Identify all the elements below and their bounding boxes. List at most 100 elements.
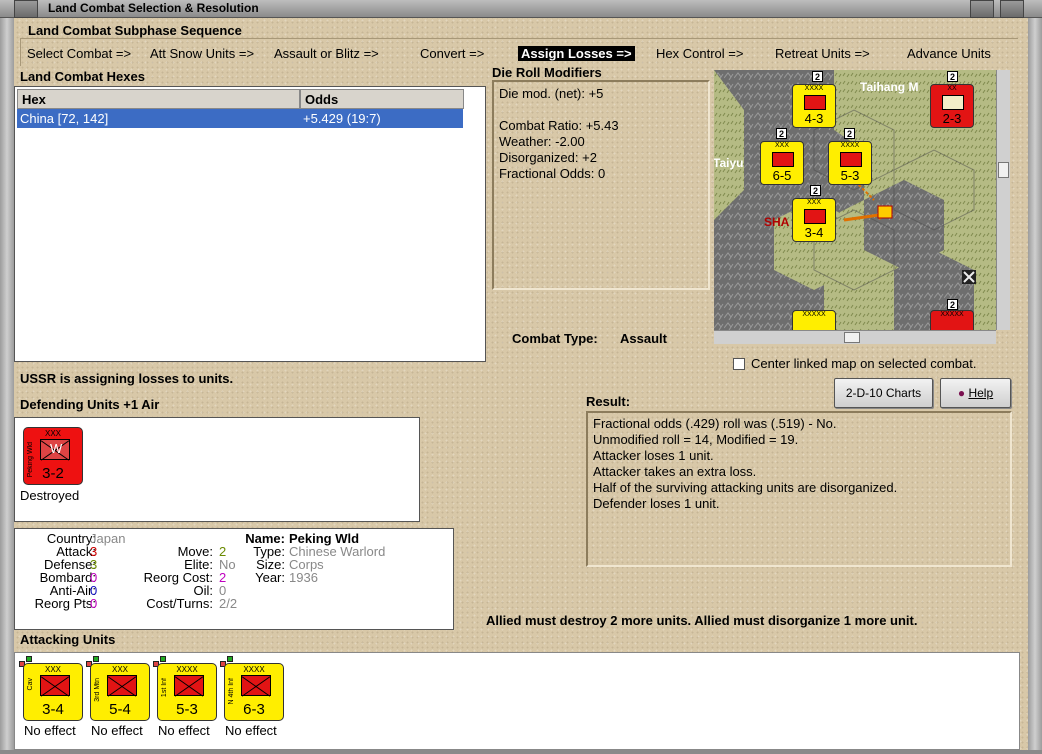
scroll-thumb[interactable] [844,332,860,343]
unit-symbol: W [40,439,70,460]
unit-result: No effect [91,723,143,738]
stack-count-badge: 2 [810,185,821,196]
window-frame-bottom [0,750,1042,754]
map-counter[interactable]: XXX 3-4 [792,198,836,242]
unit-result: No effect [24,723,76,738]
modifier-line: Combat Ratio: +5.43 [499,118,619,133]
map-counter-strength: 3-4 [804,225,824,240]
scroll-thumb[interactable] [998,162,1009,178]
phase-assault-or-blitz: Assault or Blitz => [274,46,379,61]
map-counter[interactable]: XXXX 4-3 [792,84,836,128]
map-vertical-scrollbar[interactable] [996,70,1010,330]
map-counter[interactable]: XX 2-3 [930,84,974,128]
minimize-button[interactable] [970,0,994,18]
map-counter-size: XXXX [804,85,824,92]
attacking-unit-counter[interactable]: XXX 3rd Mtn 5-4 [90,663,150,721]
close-button[interactable] [1000,0,1024,18]
map-counter-strength: 4-3 [804,111,824,126]
map-counter-symbol [840,152,862,167]
cost-turns-value: 2/2 [219,596,238,611]
map-counter-size: XX [947,85,957,92]
stack-count-badge: 2 [812,71,823,82]
phase-assign-losses: Assign Losses => [518,46,635,61]
map-counter[interactable]: XXXXX [930,310,974,330]
unit-strength: 5-3 [176,701,198,718]
column-header-hex[interactable]: Hex [17,89,300,109]
result-box: Fractional odds (.429) roll was (.519) -… [586,411,1012,567]
unit-result: Destroyed [20,488,80,503]
status-marker [26,656,32,662]
stack-count-badge: 2 [776,128,787,139]
unit-size: XXX [111,665,128,674]
table-row[interactable]: China [72, 142] +5.429 (19:7) [17,109,463,128]
cell-odds: +5.429 (19:7) [303,111,381,126]
map-horizontal-scrollbar[interactable] [714,330,996,344]
result-line: Attacker loses 1 unit. [593,448,714,463]
unit-symbol [40,675,70,696]
map-counter-symbol [772,152,794,167]
unit-name: 1st Inf [161,678,168,698]
combat-type-value: Assault [620,331,667,346]
unit-size: XXXX [176,665,198,674]
result-line: Unmodified roll = 14, Modified = 19. [593,432,799,447]
hexes-title: Land Combat Hexes [20,69,145,84]
modifiers-title: Die Roll Modifiers [492,65,602,80]
hexes-list[interactable]: Hex Odds China [72, 142] +5.429 (19:7) [14,86,486,362]
status-marker [160,656,166,662]
reorg-pts-value: 0 [90,596,98,611]
unit-symbol [107,675,137,696]
center-map-label: Center linked map on selected combat. [751,356,977,371]
title-bar[interactable]: Land Combat Selection & Resolution [0,0,1042,18]
unit-strength: 5-4 [109,701,131,718]
help-button-label: Help [968,386,994,400]
defending-units-panel[interactable]: XXX Peking Wld W 3-2 Destroyed [14,417,420,522]
book-icon: ● [957,386,966,400]
attacking-unit-counter[interactable]: XXXX 1st Inf 5-3 [157,663,217,721]
map-counter-strength: 6-5 [772,168,792,183]
help-button[interactable]: ● Help [940,378,1011,408]
map-label-sha: SHA [764,215,790,229]
window-frame-right [1028,18,1042,754]
attacking-units-panel[interactable]: XXX Cav 3-4 No effect XXX 3rd Mtn 5-4 No… [14,652,1020,750]
phase-select-combat: Select Combat => [27,46,132,61]
unit-strength: 6-3 [243,701,265,718]
modifier-line: Weather: -2.00 [499,134,585,149]
attacking-unit-counter[interactable]: XXX Cav 3-4 [23,663,83,721]
combat-type-label: Combat Type: [512,331,598,346]
subphase-title: Land Combat Subphase Sequence [28,23,242,38]
stack-count-badge: 2 [947,71,958,82]
year-value: 1936 [289,570,318,585]
map-counter[interactable]: XXX 6-5 [760,141,804,185]
map-label-taihang: Taihang M [860,80,919,94]
column-header-odds[interactable]: Odds [300,89,464,109]
linked-map[interactable]: Taihang M Taiyu SHA XXXX 4-3 2 XX 2-3 2 … [714,70,996,330]
attacking-title: Attacking Units [20,632,116,647]
system-menu-button[interactable] [14,0,38,18]
map-counter[interactable]: XXXX 5-3 [828,141,872,185]
center-map-checkbox[interactable] [733,358,745,370]
attacking-unit-counter[interactable]: XXXX N 4th Inf 6-3 [224,663,284,721]
combat-window: Land Combat Selection & Resolution Land … [0,0,1042,754]
warlord-letter: W [50,441,63,456]
modifier-line: Fractional Odds: 0 [499,166,606,181]
result-line: Attacker takes an extra loss. [593,464,757,479]
allied-requirement-message: Allied must destroy 2 more units. Allied… [486,613,918,628]
phase-advance-units: Advance Units [907,46,991,61]
unit-result: No effect [225,723,277,738]
window-frame-left [0,18,14,754]
map-counter-symbol [804,209,826,224]
window-title: Land Combat Selection & Resolution [48,1,259,15]
map-counter-size: XXXXX [940,311,964,318]
map-counter-strength: 2-3 [942,111,962,126]
unit-symbol [241,675,271,696]
unit-result: No effect [158,723,210,738]
unit-details-panel: Country: Japan Attack: 3 Defense: 3 Bomb… [14,528,454,630]
unit-size: XXX [44,429,61,438]
charts-button[interactable]: 2-D-10 Charts [834,378,933,408]
defending-unit-counter[interactable]: XXX Peking Wld W 3-2 [23,427,83,485]
result-line: Defender loses 1 unit. [593,496,720,511]
cost-turns-label: Cost/Turns: [146,596,213,611]
map-counter[interactable]: XXXXX [792,310,836,330]
map-counter-symbol [942,95,964,110]
modifier-line: Die mod. (net): +5 [499,86,604,101]
